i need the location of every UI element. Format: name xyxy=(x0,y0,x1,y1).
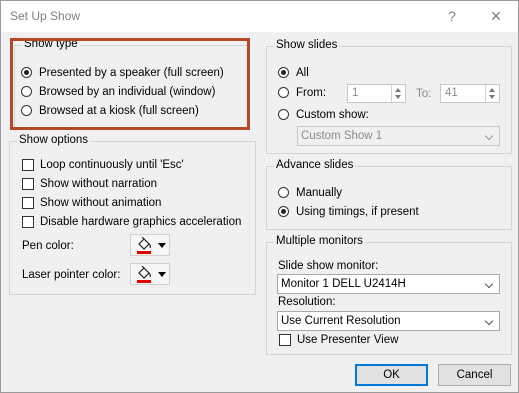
checkbox[interactable] xyxy=(22,216,34,228)
radio-label: From: xyxy=(296,87,327,99)
custom-show-value: Custom Show 1 xyxy=(301,130,383,142)
radio-button[interactable] xyxy=(278,187,289,198)
chevron-down-icon xyxy=(481,275,499,293)
resolution-label: Resolution: xyxy=(278,296,336,308)
multiple-monitors-title: Multiple monitors xyxy=(274,235,365,247)
close-icon[interactable]: ✕ xyxy=(485,5,507,27)
pen-color-button[interactable] xyxy=(130,234,170,256)
checkbox-label: Show without narration xyxy=(40,178,157,190)
show-slides-title: Show slides xyxy=(274,39,340,51)
to-label: To: xyxy=(416,88,432,100)
checkbox-label: Loop continuously until 'Esc' xyxy=(40,159,184,171)
show-type-highlight xyxy=(10,38,250,130)
dropdown-arrow-icon xyxy=(158,243,166,248)
to-slide-field[interactable]: 41 xyxy=(440,84,500,103)
radio-button[interactable] xyxy=(278,206,289,217)
advance-slides-title: Advance slides xyxy=(274,159,356,171)
slide-show-monitor-value: Monitor 1 DELL U2414H xyxy=(281,278,406,290)
laser-pointer-color-button[interactable] xyxy=(130,263,170,285)
from-slide-field[interactable]: 1 xyxy=(347,84,406,103)
show-options-title: Show options xyxy=(17,134,91,146)
radio-button[interactable] xyxy=(278,109,289,120)
help-button[interactable]: ? xyxy=(441,5,463,27)
dropdown-arrow-icon xyxy=(158,272,166,277)
from-slide-value: 1 xyxy=(352,87,359,99)
checkbox-label: Show without animation xyxy=(40,197,162,209)
pen-color-swatch xyxy=(137,251,151,254)
slide-show-monitor-label: Slide show monitor: xyxy=(278,260,379,272)
cancel-button[interactable]: Cancel xyxy=(438,364,511,386)
checkbox[interactable] xyxy=(22,197,34,209)
set-up-show-dialog: Set Up Show ? ✕ Show type Presented by a… xyxy=(0,0,519,393)
chevron-down-icon xyxy=(481,127,499,145)
dialog-title: Set Up Show xyxy=(10,9,81,23)
paint-bucket-icon xyxy=(138,237,151,250)
checkbox-label: Disable hardware graphics acceleration xyxy=(40,216,242,228)
laser-pointer-color-label: Laser pointer color: xyxy=(22,269,121,281)
radio-label: All xyxy=(296,67,309,79)
checkbox[interactable] xyxy=(279,334,291,346)
radio-label: Custom show: xyxy=(296,109,369,121)
radio-label: Using timings, if present xyxy=(296,206,419,218)
checkbox[interactable] xyxy=(22,159,34,171)
to-slide-value: 41 xyxy=(445,87,458,99)
paint-bucket-icon xyxy=(138,266,151,279)
slide-show-monitor-select[interactable]: Monitor 1 DELL U2414H xyxy=(277,274,500,294)
checkbox-label: Use Presenter View xyxy=(297,334,399,346)
resolution-select[interactable]: Use Current Resolution xyxy=(277,311,500,331)
resolution-value: Use Current Resolution xyxy=(281,315,401,327)
checkbox[interactable] xyxy=(22,178,34,190)
from-slide-spinner[interactable] xyxy=(391,85,405,102)
pen-color-label: Pen color: xyxy=(22,240,74,252)
radio-button[interactable] xyxy=(278,87,289,98)
radio-label: Manually xyxy=(296,187,343,199)
custom-show-select[interactable]: Custom Show 1 xyxy=(297,126,500,146)
radio-button[interactable] xyxy=(278,67,289,78)
ok-button[interactable]: OK xyxy=(355,364,428,386)
chevron-down-icon xyxy=(481,312,499,330)
title-bar: Set Up Show ? ✕ xyxy=(1,1,518,32)
laser-color-swatch xyxy=(137,280,151,283)
to-slide-spinner[interactable] xyxy=(485,85,499,102)
